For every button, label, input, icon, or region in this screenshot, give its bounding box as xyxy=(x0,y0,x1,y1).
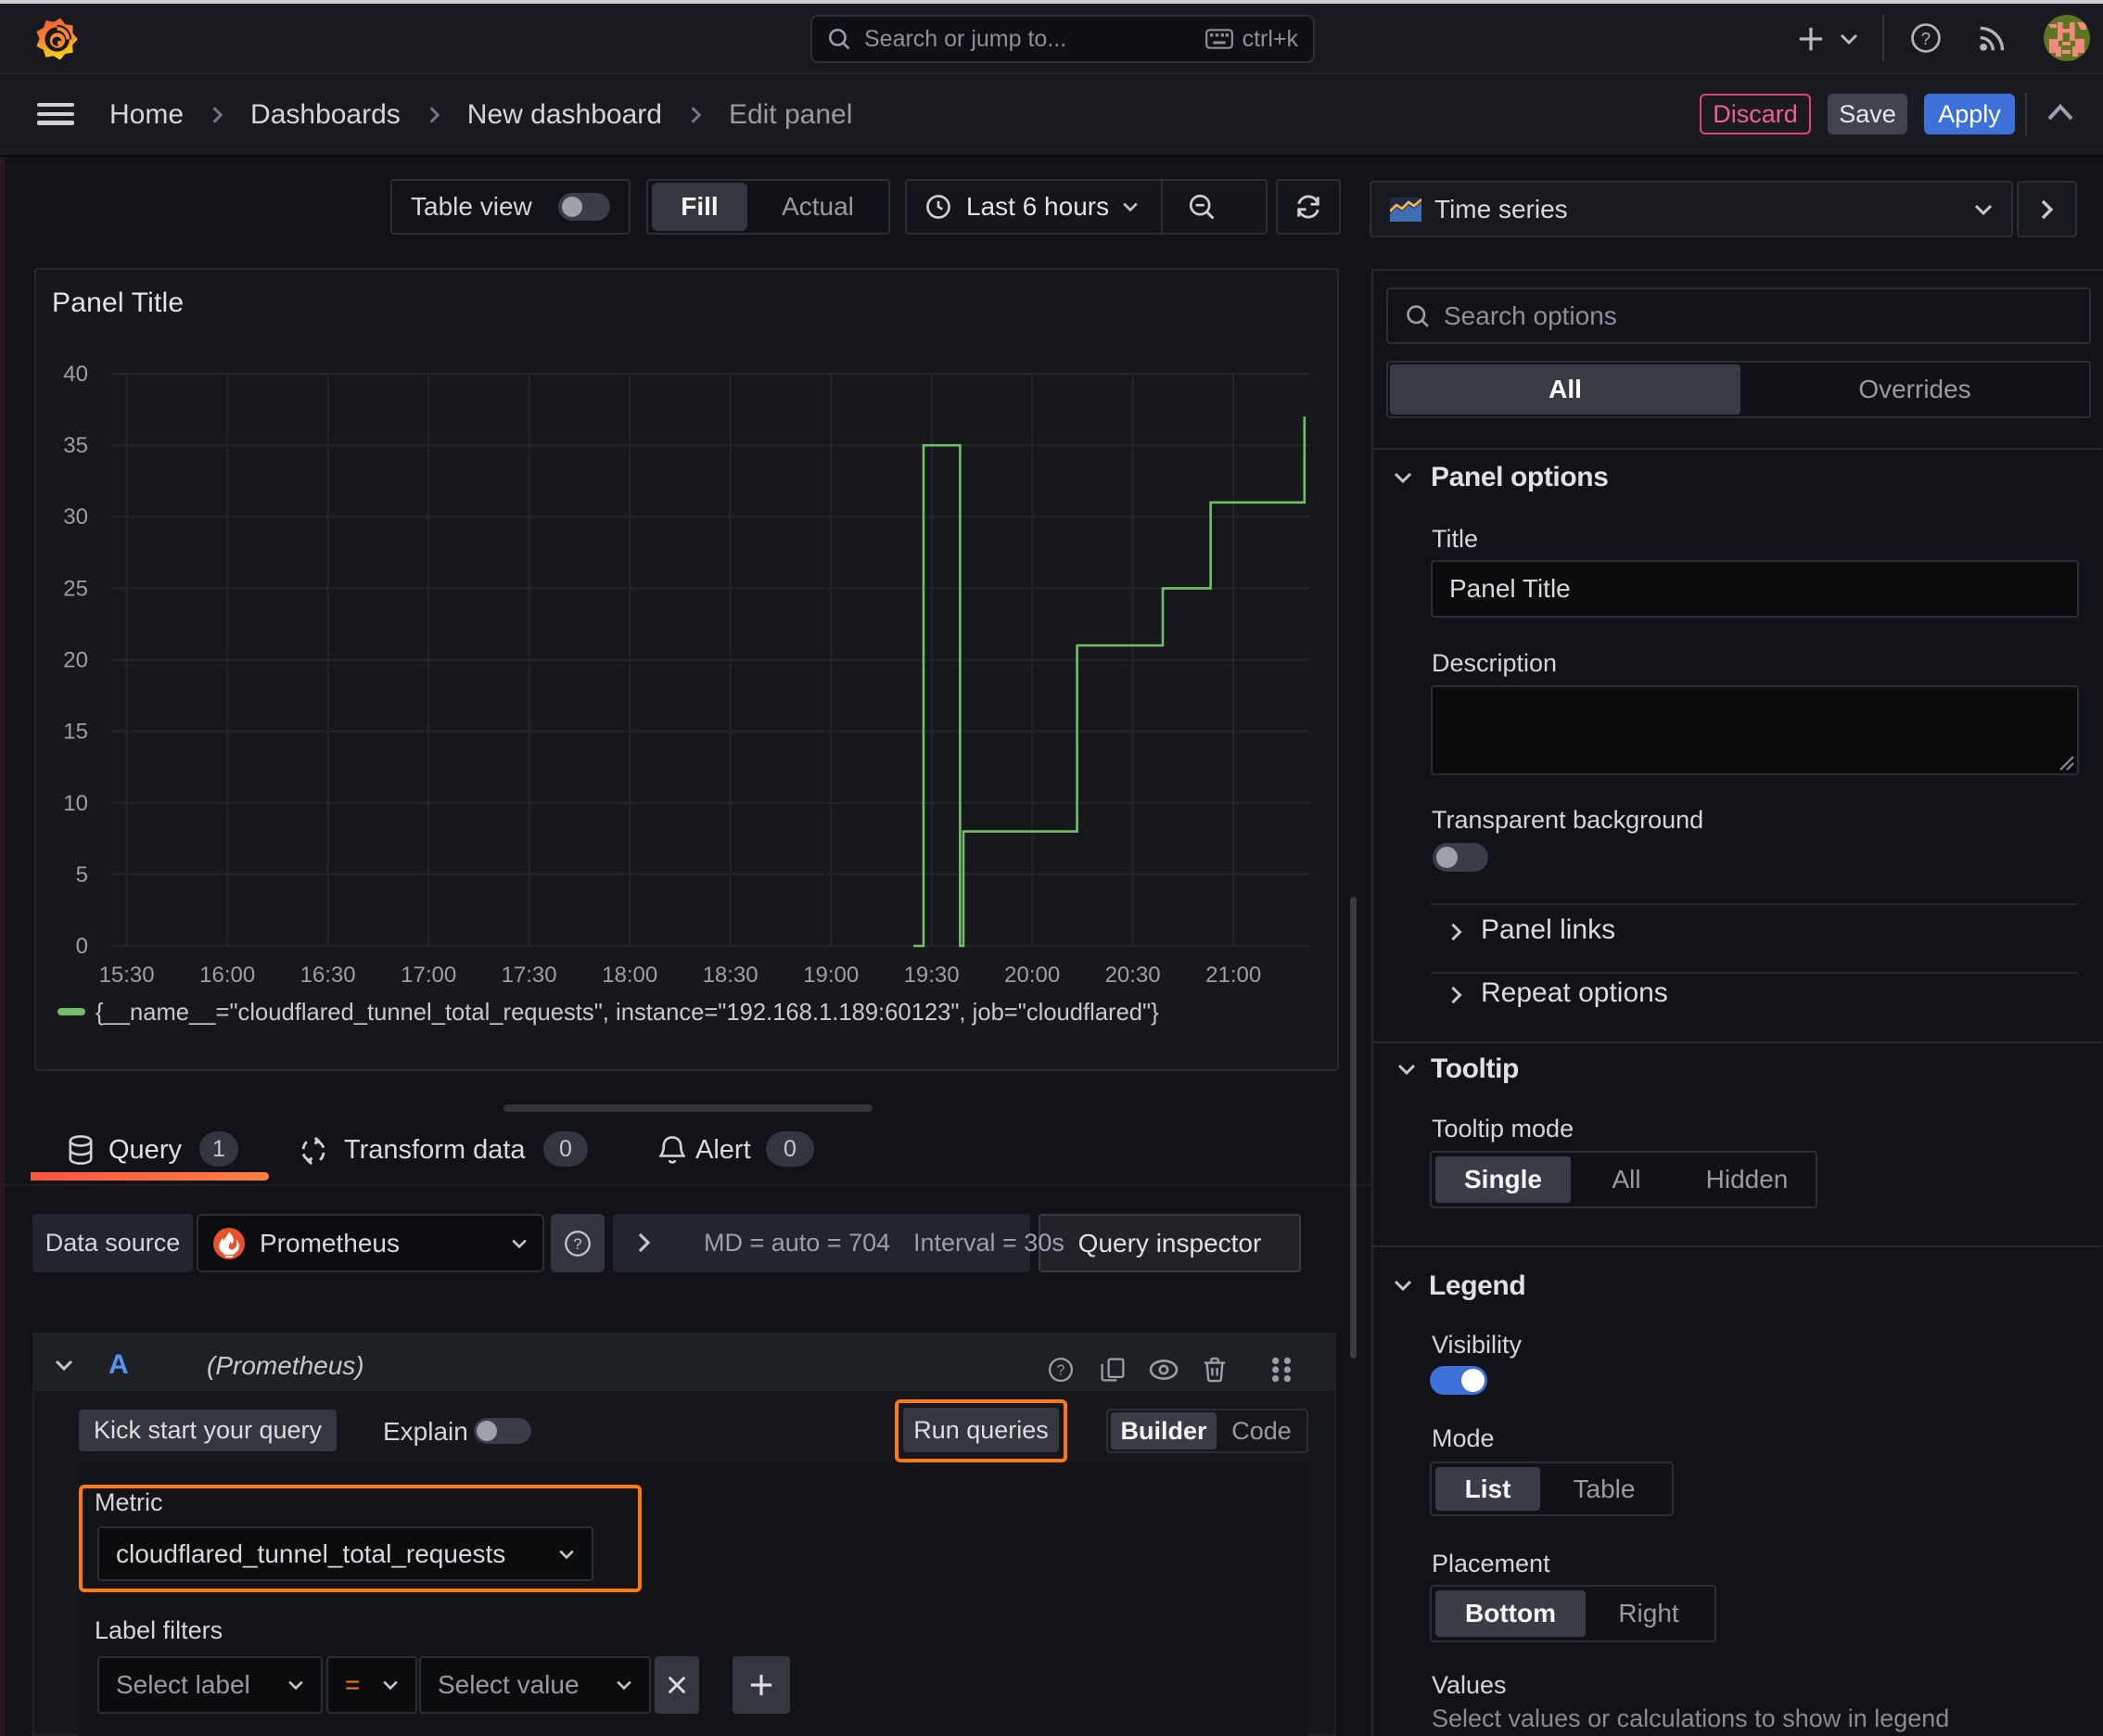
svg-text:18:30: 18:30 xyxy=(703,963,758,988)
svg-text:{__name__="cloudflared_tunnel_: {__name__="cloudflared_tunnel_total_requ… xyxy=(96,1000,1159,1026)
svg-text:20:30: 20:30 xyxy=(1105,963,1161,988)
svg-text:18:00: 18:00 xyxy=(602,963,657,988)
svg-text:25: 25 xyxy=(63,576,88,601)
svg-text:21:00: 21:00 xyxy=(1205,963,1261,988)
svg-text:0: 0 xyxy=(76,934,88,959)
svg-text:?: ? xyxy=(573,1236,581,1253)
svg-text:5: 5 xyxy=(76,862,88,887)
svg-text:17:00: 17:00 xyxy=(401,963,456,988)
svg-text:40: 40 xyxy=(63,362,88,387)
svg-text:17:30: 17:30 xyxy=(502,963,557,988)
svg-text:19:00: 19:00 xyxy=(803,963,859,988)
svg-text:15:30: 15:30 xyxy=(99,963,155,988)
svg-text:35: 35 xyxy=(63,433,88,458)
svg-text:30: 30 xyxy=(63,504,88,530)
svg-text:?: ? xyxy=(1057,1363,1065,1379)
svg-text:16:30: 16:30 xyxy=(300,963,356,988)
svg-text:15: 15 xyxy=(63,720,88,745)
svg-text:10: 10 xyxy=(63,791,88,816)
svg-text:?: ? xyxy=(1921,29,1931,48)
svg-text:20:00: 20:00 xyxy=(1004,963,1060,988)
svg-text:19:30: 19:30 xyxy=(904,963,960,988)
svg-text:20: 20 xyxy=(63,648,88,673)
svg-text:16:00: 16:00 xyxy=(199,963,255,988)
